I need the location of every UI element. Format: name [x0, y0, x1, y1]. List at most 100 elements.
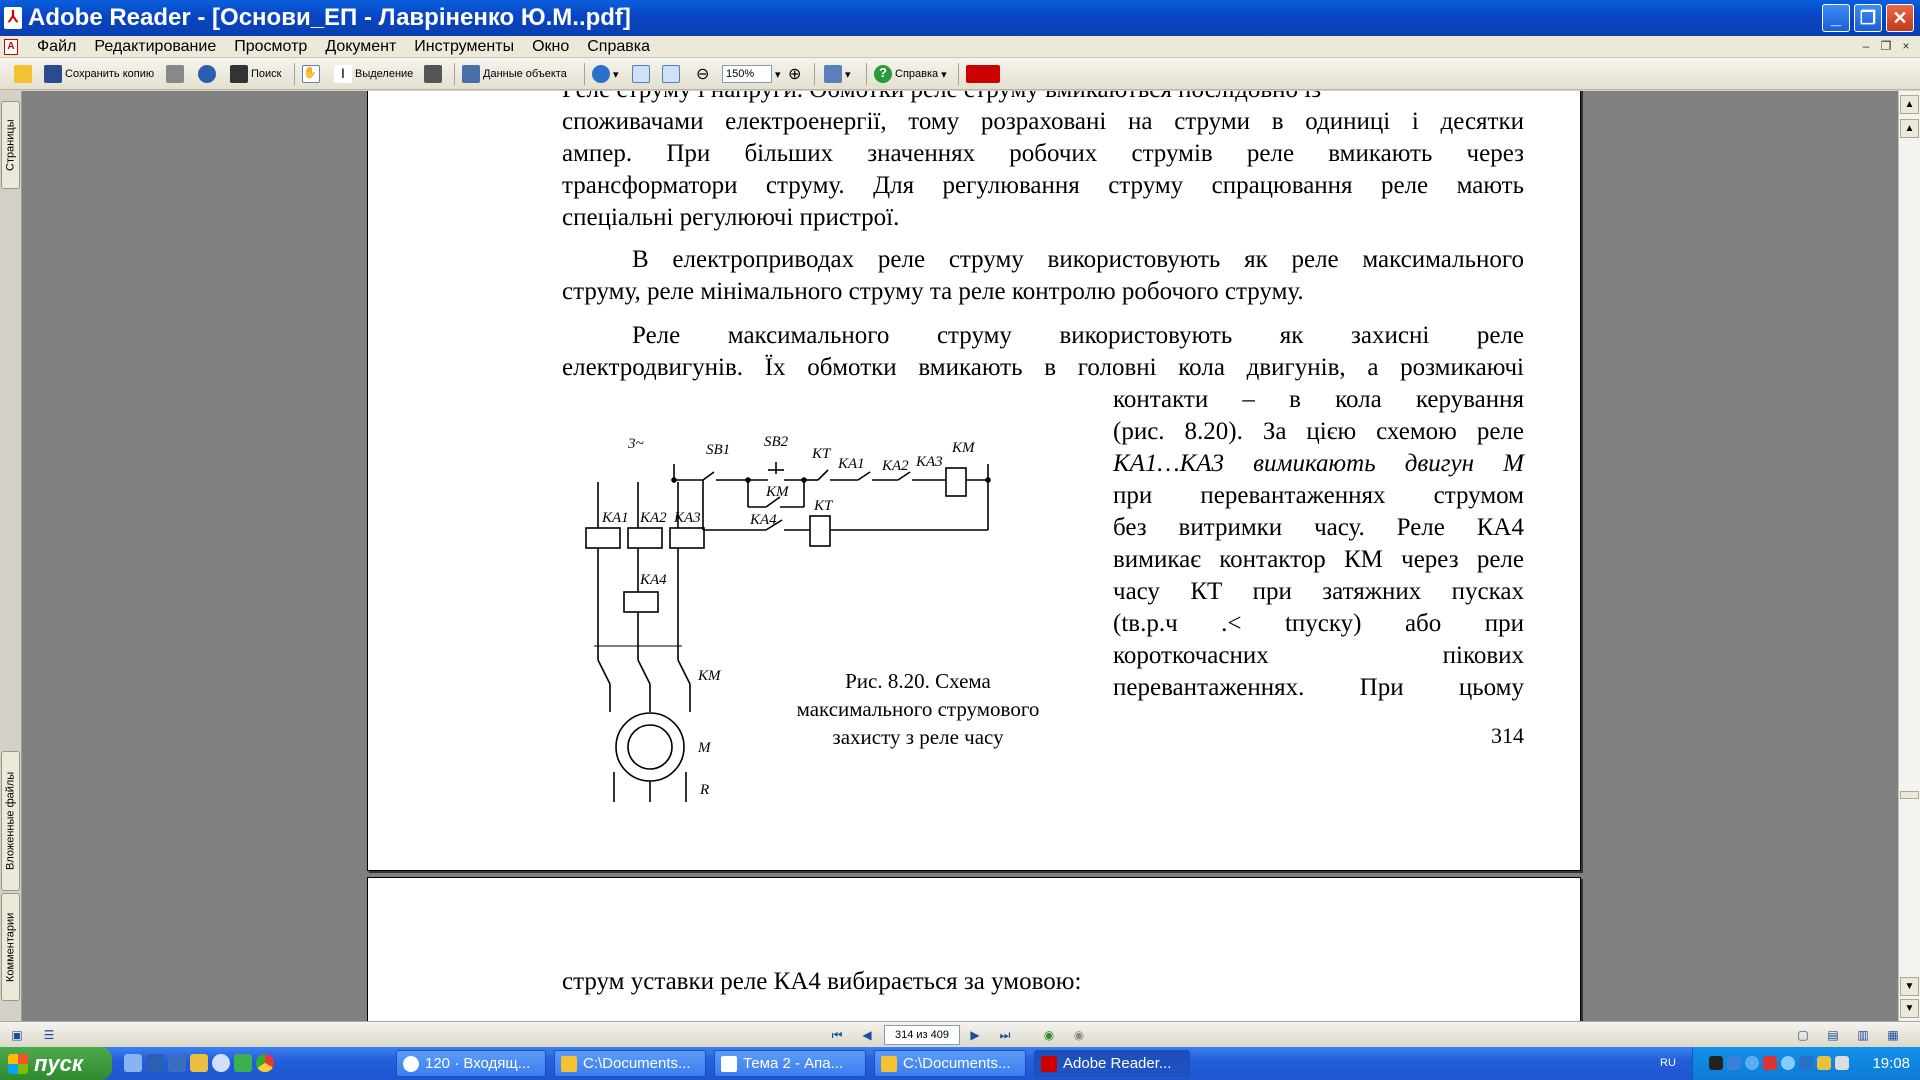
page-number-field[interactable]: 314 из 409 — [884, 1025, 960, 1045]
object-data-label: Данные объекта — [483, 68, 567, 80]
zoom-tool-button[interactable]: ▾ — [592, 62, 619, 86]
doc-close-icon[interactable]: × — [1898, 38, 1914, 54]
zoom-field[interactable]: 150% — [722, 65, 772, 83]
search-button[interactable]: Поиск — [230, 62, 281, 86]
phase-label: 3~ — [627, 436, 644, 452]
quicklaunch-warning-icon[interactable] — [190, 1054, 208, 1072]
doc-minimize-icon[interactable]: – — [1858, 38, 1874, 54]
snapshot-button[interactable] — [424, 62, 442, 86]
go-forward-button[interactable]: ◉ — [1070, 1026, 1088, 1044]
next-page-button[interactable]: ▶ — [966, 1026, 984, 1044]
tray-icon[interactable] — [1745, 1056, 1759, 1070]
task-explorer-1[interactable]: C:\Documents... — [554, 1050, 706, 1077]
folder-icon — [881, 1055, 897, 1072]
vertical-scrollbar[interactable]: ▲ ▲ ▼ ▼ — [1898, 91, 1920, 1021]
quicklaunch-check-icon[interactable] — [234, 1054, 252, 1072]
quicklaunch-desktop-icon[interactable] — [124, 1054, 142, 1072]
kt-contact-label: KT — [811, 446, 832, 462]
menu-file[interactable]: Файл — [28, 38, 85, 56]
tray-icon[interactable] — [1763, 1056, 1777, 1070]
help-button[interactable]: ? Справка ▾ — [874, 62, 947, 86]
volume-icon[interactable] — [1835, 1056, 1849, 1070]
fit-width-button[interactable] — [662, 62, 680, 86]
first-page-button[interactable]: ⏮ — [828, 1026, 846, 1044]
task-label: C:\Documents... — [903, 1055, 1011, 1072]
continuous-view-icon[interactable]: ▤ — [1824, 1026, 1842, 1044]
tray-icon[interactable] — [1799, 1056, 1813, 1070]
open-button[interactable] — [14, 62, 32, 86]
select-label: Выделение — [355, 68, 414, 80]
menu-tools[interactable]: Инструменты — [405, 38, 523, 56]
menu-edit[interactable]: Редактирование — [85, 38, 225, 56]
ka4-coil-label: KA4 — [639, 572, 667, 588]
scroll-up-button[interactable]: ▲ — [1900, 95, 1919, 114]
facing-view-icon[interactable]: ▥ — [1854, 1026, 1872, 1044]
task-label: 120 · Входящ... — [425, 1055, 531, 1072]
page-down-button[interactable]: ▼ — [1900, 977, 1919, 996]
document-icon[interactable]: A — [4, 39, 18, 55]
menu-help[interactable]: Справка — [578, 38, 659, 56]
maximize-button[interactable]: ❐ — [1854, 4, 1882, 32]
navpane-toggle-icon[interactable]: ▣ — [8, 1026, 26, 1044]
task-label: C:\Documents... — [583, 1055, 691, 1072]
task-word[interactable]: Тема 2 - Апа... — [714, 1050, 866, 1077]
zoom-in-icon: ⊕ — [788, 66, 802, 83]
tab-pages[interactable]: Страницы — [1, 101, 20, 189]
minimize-button[interactable]: _ — [1822, 4, 1850, 32]
motor-label: M — [697, 740, 712, 756]
select-tool-button[interactable]: I Выделение — [334, 62, 413, 86]
magnifier-icon — [592, 65, 610, 83]
hand-tool-button[interactable]: ✋ — [302, 62, 320, 86]
email-button[interactable] — [198, 62, 216, 86]
print-button[interactable] — [166, 62, 184, 86]
tray-icon[interactable] — [1709, 1056, 1723, 1070]
task-adobe-reader[interactable]: Adobe Reader... — [1034, 1050, 1190, 1077]
text-line: КА1…КА3 вимикають двигун М — [1113, 450, 1524, 477]
text-line: струму, реле мінімального струму та реле… — [562, 278, 1304, 305]
fit-page-button[interactable] — [632, 62, 650, 86]
quicklaunch-media-icon[interactable] — [212, 1054, 230, 1072]
status-bar: ▣ ☰ ⏮ ◀ 314 из 409 ▶ ⏭ ◉ ◉ ▢ ▤ ▥ ▦ — [0, 1021, 1920, 1047]
cursor-icon: I — [334, 65, 352, 83]
title-bar: ⅄ Adobe Reader - [Основи_ЕП - Лавріненко… — [0, 0, 1920, 36]
prev-page-button[interactable]: ◀ — [858, 1026, 876, 1044]
quicklaunch-chrome-icon[interactable] — [256, 1054, 274, 1072]
menu-view[interactable]: Просмотр — [225, 38, 316, 56]
page-options-icon[interactable]: ☰ — [40, 1026, 58, 1044]
rotate-button[interactable]: ▾ — [824, 62, 851, 86]
task-mail[interactable]: 120 · Входящ... — [396, 1050, 546, 1077]
tray-icon[interactable] — [1727, 1056, 1741, 1070]
tray-icon[interactable] — [1781, 1056, 1795, 1070]
start-button[interactable]: пуск — [0, 1047, 112, 1080]
page-up-button[interactable]: ▲ — [1900, 119, 1919, 138]
tray-icon[interactable] — [1817, 1056, 1831, 1070]
single-page-view-icon[interactable]: ▢ — [1794, 1026, 1812, 1044]
tab-attachments[interactable]: Вложенные файлы — [1, 751, 20, 891]
close-button[interactable]: ✕ — [1886, 4, 1914, 32]
help-label: Справка — [895, 68, 939, 80]
text-line: ампер. При більших значеннях робочих стр… — [562, 140, 1524, 167]
tab-comments[interactable]: Комментарии — [1, 893, 20, 1001]
yahoo-button[interactable] — [966, 62, 1000, 86]
zoom-in-button[interactable]: ⊕ — [788, 62, 801, 86]
zoom-select[interactable]: 150% ▾ — [722, 62, 781, 86]
object-data-button[interactable]: Данные объекта — [462, 62, 567, 86]
document-area[interactable]: Реле струму і напруги. Обмотки реле стру… — [22, 91, 1898, 1021]
save-copy-button[interactable]: Сохранить копию — [44, 62, 154, 86]
language-indicator[interactable]: RU — [1660, 1057, 1676, 1069]
continuous-facing-view-icon[interactable]: ▦ — [1884, 1026, 1902, 1044]
last-page-button[interactable]: ⏭ — [996, 1026, 1014, 1044]
text-line: вимикає контактор КМ через реле — [1113, 546, 1524, 573]
menu-window[interactable]: Окно — [523, 38, 578, 56]
quicklaunch-word2-icon[interactable] — [168, 1054, 186, 1072]
hand-icon: ✋ — [302, 65, 320, 83]
quicklaunch-word-icon[interactable] — [146, 1054, 164, 1072]
go-back-button[interactable]: ◉ — [1040, 1026, 1058, 1044]
rheostat-label: R — [699, 782, 709, 798]
zoom-out-button[interactable]: ⊖ — [696, 62, 709, 86]
doc-restore-icon[interactable]: ❐ — [1878, 38, 1894, 54]
scroll-thumb[interactable] — [1900, 791, 1919, 799]
scroll-down-button[interactable]: ▼ — [1900, 999, 1919, 1018]
menu-document[interactable]: Документ — [316, 38, 405, 56]
task-explorer-2[interactable]: C:\Documents... — [874, 1050, 1026, 1077]
